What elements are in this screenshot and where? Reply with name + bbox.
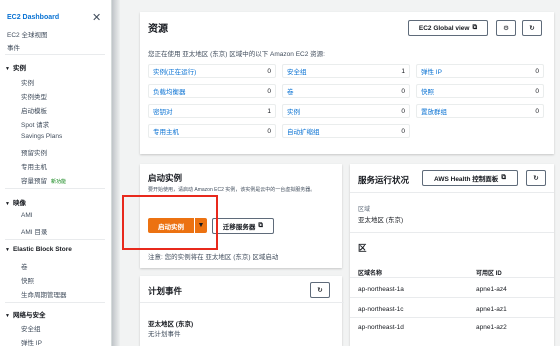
resource-cell-load-balancers[interactable]: 负载均衡器 0 (148, 84, 276, 98)
sidebar-item-ami-catalog[interactable]: AMI 目录 (21, 226, 47, 236)
sidebar-item-instance-types[interactable]: 实例类型 (21, 91, 47, 101)
launch-instance-description: 要开始使用，请启动 Amazon EC2 实例，该实例是云中的一台虚拟服务器。 (148, 187, 316, 193)
zone-name-cell: ap-northeast-1d (358, 324, 404, 331)
region-value: 亚太地区 (东京) (358, 217, 404, 224)
sidebar-link-global-view[interactable]: EC2 全球视图 (7, 29, 47, 39)
close-icon[interactable]: ✕ (92, 11, 101, 24)
navigation-sidebar: EC2 Dashboard ✕ EC2 全球视图 事件 ▼ 实例 实例 实例类型 … (0, 0, 112, 346)
resource-cell-security-groups[interactable]: 安全组 1 (282, 64, 410, 78)
refresh-button[interactable]: ↻ (522, 20, 542, 36)
new-badge: 新功能 (51, 179, 67, 185)
health-divider (350, 192, 554, 193)
highlight-box (122, 195, 218, 250)
sidebar-item-security-groups[interactable]: 安全组 (21, 323, 41, 333)
resource-cell-placement-groups[interactable]: 置放群组 0 (416, 104, 544, 118)
refresh-icon: ↻ (317, 287, 323, 294)
resource-cell-key-pairs[interactable]: 密钥对 1 (148, 104, 276, 118)
events-none-text: 无计划事件 (148, 331, 181, 338)
resources-panel: 资源 EC2 Global view ⧉ ⚙ ↻ 您正在使用 亚太地区 (东京)… (140, 12, 554, 154)
zone-name-column-header: 区域名称 (358, 271, 383, 277)
sidebar-link-events[interactable]: 事件 (7, 42, 20, 52)
resources-title: 资源 (148, 24, 168, 35)
caret-down-icon: ▼ (5, 201, 10, 207)
sidebar-item-launch-templates[interactable]: 启动模板 (21, 105, 47, 115)
sidebar-section-images[interactable]: ▼ 映像 (5, 197, 26, 207)
sidebar-item-dedicated-hosts[interactable]: 专用主机 (21, 161, 47, 171)
events-region: 亚太地区 (东京) (148, 321, 194, 328)
service-health-title: 服务运行状况 (358, 175, 410, 185)
resource-cell-instances[interactable]: 实例 0 (282, 104, 410, 118)
migrate-server-button[interactable]: 迁移服务器 ⧉ (212, 218, 274, 234)
sidebar-section-ebs[interactable]: ▼ Elastic Block Store (5, 246, 72, 253)
resource-cell-dedicated-hosts[interactable]: 专用主机 0 (148, 124, 276, 138)
launch-region-note: 注意: 您的实例将在 亚太地区 (东京) 区域启动 (148, 254, 279, 261)
sidebar-section-network-security[interactable]: ▼ 网络与安全 (5, 309, 45, 319)
sidebar-shadow (112, 0, 120, 346)
sidebar-item-elastic-ips[interactable]: 弹性 IP (21, 337, 42, 346)
resource-cell-volumes[interactable]: 卷0 (282, 84, 410, 98)
refresh-icon: ↻ (533, 175, 539, 182)
events-refresh-button[interactable]: ↻ (310, 282, 330, 298)
table-row-divider (350, 297, 554, 298)
sidebar-divider (5, 239, 105, 240)
zone-id-cell: apne1-az1 (476, 306, 507, 313)
zone-name-cell: ap-northeast-1c (358, 306, 404, 313)
service-health-panel: 服务运行状况 AWS Health 控制面板 ⧉ ↻ 区域 亚太地区 (东京) … (350, 164, 554, 346)
external-link-icon: ⧉ (501, 174, 506, 181)
caret-down-icon: ▼ (5, 66, 10, 72)
refresh-icon: ↻ (529, 25, 535, 32)
sidebar-item-instances[interactable]: 实例 (21, 77, 34, 87)
sidebar-item-volumes[interactable]: 卷 (21, 261, 28, 271)
aws-health-dashboard-button[interactable]: AWS Health 控制面板 ⧉ (422, 170, 518, 186)
events-divider (140, 302, 344, 303)
zones-heading: 区 (358, 243, 367, 253)
caret-down-icon: ▼ (5, 247, 10, 253)
external-link-icon: ⧉ (472, 24, 478, 31)
caret-down-icon: ▼ (5, 313, 10, 319)
sidebar-item-ami[interactable]: AMI (21, 212, 33, 219)
resource-cell-snapshots[interactable]: 快照 0 (416, 84, 544, 98)
table-header-divider (350, 277, 554, 278)
resource-cell-elastic-ips[interactable]: 弹性 IP 0 (416, 64, 544, 78)
sidebar-divider (5, 188, 105, 189)
sidebar-item-spot-requests[interactable]: Spot 请求 (21, 119, 49, 129)
zone-id-column-header: 可用区 ID (476, 271, 502, 277)
health-divider (350, 232, 554, 233)
sidebar-divider (5, 302, 105, 303)
region-label: 区域 (358, 207, 371, 213)
settings-gear-button[interactable]: ⚙ (496, 20, 516, 36)
table-row-divider (350, 317, 554, 318)
gear-icon: ⚙ (503, 25, 509, 32)
health-refresh-button[interactable]: ↻ (526, 170, 546, 186)
resources-description: 您正在使用 亚太地区 (东京) 区域中的以下 Amazon EC2 资源: (148, 51, 325, 58)
sidebar-item-savings-plans[interactable]: Savings Plans (21, 133, 62, 140)
sidebar-item-lifecycle-manager[interactable]: 生命周期管理器 (21, 289, 67, 299)
zone-id-cell: apne1-az4 (476, 286, 507, 293)
ec2-global-view-button[interactable]: EC2 Global view ⧉ (408, 20, 488, 36)
sidebar-section-instances[interactable]: ▼ 实例 (5, 62, 26, 72)
sidebar-divider (5, 54, 105, 55)
launch-instance-title: 启动实例 (148, 173, 183, 183)
zone-id-cell: apne1-az2 (476, 324, 507, 331)
zone-name-cell: ap-northeast-1a (358, 286, 404, 293)
resource-cell-running-instances[interactable]: 实例(正在运行) 0 (148, 64, 276, 78)
external-link-icon: ⧉ (258, 222, 264, 229)
scheduled-events-title: 计划事件 (148, 286, 183, 296)
sidebar-header-ec2-dashboard[interactable]: EC2 Dashboard (7, 14, 59, 21)
sidebar-item-capacity-reservations[interactable]: 容量预留 新功能 (21, 175, 66, 185)
sidebar-item-reserved-instances[interactable]: 预留实例 (21, 147, 47, 157)
sidebar-item-snapshots[interactable]: 快照 (21, 275, 34, 285)
scheduled-events-panel: 计划事件 ↻ 亚太地区 (东京) 无计划事件 (140, 276, 344, 346)
resource-cell-auto-scaling-groups[interactable]: 自动扩缩组 0 (282, 124, 410, 138)
